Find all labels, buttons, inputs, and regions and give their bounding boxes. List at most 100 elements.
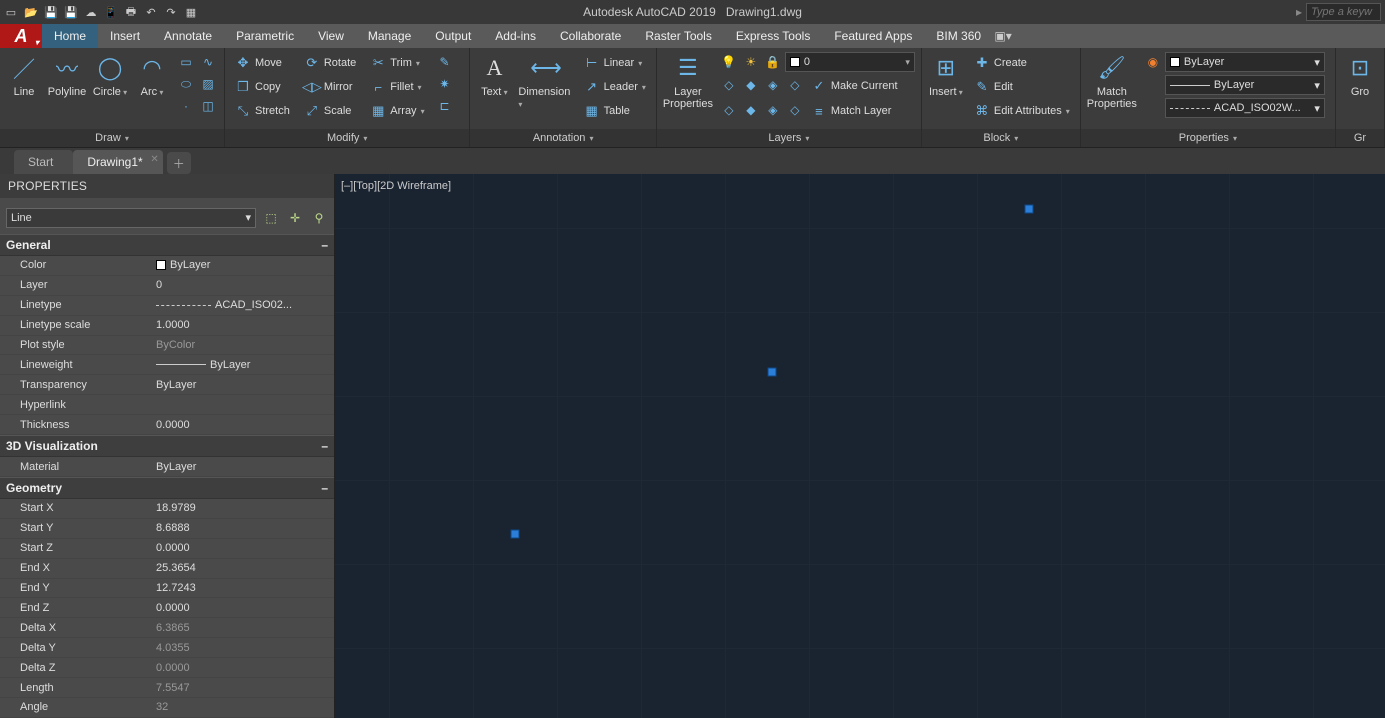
- point-icon[interactable]: ·: [176, 96, 196, 116]
- search-handle-icon[interactable]: ▸: [1296, 5, 1302, 19]
- erase-icon[interactable]: ✎: [435, 52, 455, 72]
- tab-collaborate[interactable]: Collaborate: [548, 24, 633, 48]
- copy-button[interactable]: ❐Copy: [231, 76, 294, 98]
- close-tab-icon[interactable]: ✕: [150, 154, 158, 165]
- tab-insert[interactable]: Insert: [98, 24, 152, 48]
- rotate-button[interactable]: ⟳Rotate: [300, 52, 360, 74]
- layer-c-icon[interactable]: ◈: [763, 100, 783, 120]
- layer-properties-button[interactable]: ☰Layer Properties: [663, 52, 713, 110]
- lineweight-dropdown[interactable]: ByLayer▾: [1165, 75, 1325, 95]
- linetype-dropdown[interactable]: ACAD_ISO02W...▾: [1165, 98, 1325, 118]
- layer-d-icon[interactable]: ◇: [785, 100, 805, 120]
- selected-line[interactable]: [335, 174, 635, 324]
- stretch-button[interactable]: ⤡Stretch: [231, 100, 294, 122]
- section-geometry[interactable]: Geometry–: [0, 477, 334, 499]
- table-button[interactable]: ▦Table: [580, 100, 650, 122]
- text-button[interactable]: AText: [476, 52, 512, 98]
- prop-lineweight[interactable]: LineweightByLayer: [0, 355, 334, 375]
- prop-end-x[interactable]: End X25.3654: [0, 559, 334, 579]
- object-type-select[interactable]: Line▾: [6, 208, 256, 228]
- tab-annotate[interactable]: Annotate: [152, 24, 224, 48]
- tab-output[interactable]: Output: [423, 24, 483, 48]
- tab-home[interactable]: Home: [42, 24, 98, 48]
- filetab-start[interactable]: Start: [14, 150, 73, 174]
- linear-button[interactable]: ⊢Linear: [580, 52, 650, 74]
- tab-view[interactable]: View: [306, 24, 356, 48]
- tab-express-tools[interactable]: Express Tools: [724, 24, 822, 48]
- insert-button[interactable]: ⊞Insert: [928, 52, 964, 98]
- hatch-icon[interactable]: ▨: [198, 74, 218, 94]
- region-icon[interactable]: ◫: [198, 96, 218, 116]
- prop-linetype[interactable]: LinetypeACAD_ISO02...: [0, 296, 334, 316]
- fillet-button[interactable]: ⌐Fillet: [366, 76, 428, 98]
- scale-button[interactable]: ⤢Scale: [300, 100, 360, 122]
- prop-ltscale[interactable]: Linetype scale1.0000: [0, 316, 334, 336]
- match-properties-button[interactable]: 🖌Match Properties: [1087, 52, 1137, 110]
- match-layer-button[interactable]: ≡Match Layer: [807, 100, 896, 122]
- qat-new-icon[interactable]: ▭: [2, 3, 20, 21]
- filetab-drawing1[interactable]: Drawing1*✕: [73, 150, 162, 174]
- qat-plot-icon[interactable]: 🖶: [122, 3, 140, 21]
- qat-undo-icon[interactable]: ↶: [142, 3, 160, 21]
- select-objects-icon[interactable]: ✛: [286, 209, 304, 227]
- panel-title-annotation[interactable]: Annotation: [470, 129, 656, 147]
- panel-title-modify[interactable]: Modify: [225, 129, 469, 147]
- panel-title-draw[interactable]: Draw: [0, 129, 224, 147]
- arc-button[interactable]: ◠Arc: [134, 52, 170, 98]
- rectangle-icon[interactable]: ▭: [176, 52, 196, 72]
- dimension-button[interactable]: ⟷Dimension: [518, 52, 573, 110]
- panel-title-groups[interactable]: Gr: [1336, 129, 1384, 147]
- layer-off-icon[interactable]: ◇: [719, 75, 739, 95]
- prop-start-x[interactable]: Start X18.9789: [0, 499, 334, 519]
- tab-raster-tools[interactable]: Raster Tools: [633, 24, 723, 48]
- keyword-search-input[interactable]: [1306, 3, 1381, 21]
- qat-redo-icon[interactable]: ↷: [162, 3, 180, 21]
- prop-color[interactable]: ColorByLayer: [0, 256, 334, 276]
- prop-start-y[interactable]: Start Y8.6888: [0, 519, 334, 539]
- tab-addins[interactable]: Add-ins: [483, 24, 548, 48]
- new-tab-button[interactable]: ＋: [167, 152, 191, 174]
- prop-layer[interactable]: Layer0: [0, 276, 334, 296]
- tab-parametric[interactable]: Parametric: [224, 24, 306, 48]
- edit-attrs-button[interactable]: ⌘Edit Attributes: [970, 100, 1074, 122]
- layer-b-icon[interactable]: ◆: [741, 100, 761, 120]
- quick-select-icon[interactable]: ⚲: [310, 209, 328, 227]
- layer-thaw-icon[interactable]: ◈: [763, 75, 783, 95]
- edit-block-button[interactable]: ✎Edit: [970, 76, 1074, 98]
- grip-end[interactable]: [1025, 205, 1034, 214]
- panel-title-properties[interactable]: Properties: [1081, 129, 1335, 147]
- array-button[interactable]: ▦Array: [366, 100, 428, 122]
- panel-title-block[interactable]: Block: [922, 129, 1080, 147]
- layer-lock-icon[interactable]: 🔒: [763, 52, 783, 72]
- grip-mid[interactable]: [768, 368, 777, 377]
- spline-icon[interactable]: ∿: [198, 52, 218, 72]
- polyline-button[interactable]: 〰Polyline: [48, 52, 86, 98]
- offset-icon[interactable]: ⊏: [435, 96, 455, 116]
- prop-end-z[interactable]: End Z0.0000: [0, 598, 334, 618]
- prop-thickness[interactable]: Thickness0.0000: [0, 415, 334, 435]
- layer-freeze-icon[interactable]: ☀: [741, 52, 761, 72]
- toggle-pickadd-icon[interactable]: ⬚: [262, 209, 280, 227]
- leader-button[interactable]: ↗Leader: [580, 76, 650, 98]
- prop-material[interactable]: MaterialByLayer: [0, 457, 334, 477]
- qat-saveas-icon[interactable]: 💾: [62, 3, 80, 21]
- explode-icon[interactable]: ✷: [435, 74, 455, 94]
- tab-overflow-icon[interactable]: ▣▾: [993, 24, 1013, 48]
- layer-state-icon[interactable]: 💡: [719, 52, 739, 72]
- section-3d-visualization[interactable]: 3D Visualization–: [0, 435, 334, 457]
- prop-end-y[interactable]: End Y12.7243: [0, 579, 334, 599]
- layer-a-icon[interactable]: ◇: [719, 100, 739, 120]
- mirror-button[interactable]: ◁▷Mirror: [300, 76, 360, 98]
- qat-web-icon[interactable]: ☁: [82, 3, 100, 21]
- qat-open-icon[interactable]: 📂: [22, 3, 40, 21]
- line-button[interactable]: ／Line: [6, 52, 42, 98]
- group-button[interactable]: ⊡Gro: [1342, 52, 1378, 98]
- prop-hyperlink[interactable]: Hyperlink: [0, 395, 334, 415]
- tab-bim360[interactable]: BIM 360: [924, 24, 993, 48]
- qat-save-icon[interactable]: 💾: [42, 3, 60, 21]
- make-current-button[interactable]: ✓Make Current: [807, 75, 902, 97]
- circle-button[interactable]: ◯Circle: [92, 52, 128, 98]
- panel-title-layers[interactable]: Layers: [657, 129, 921, 147]
- color-dropdown[interactable]: ByLayer▾: [1165, 52, 1325, 72]
- tab-manage[interactable]: Manage: [356, 24, 423, 48]
